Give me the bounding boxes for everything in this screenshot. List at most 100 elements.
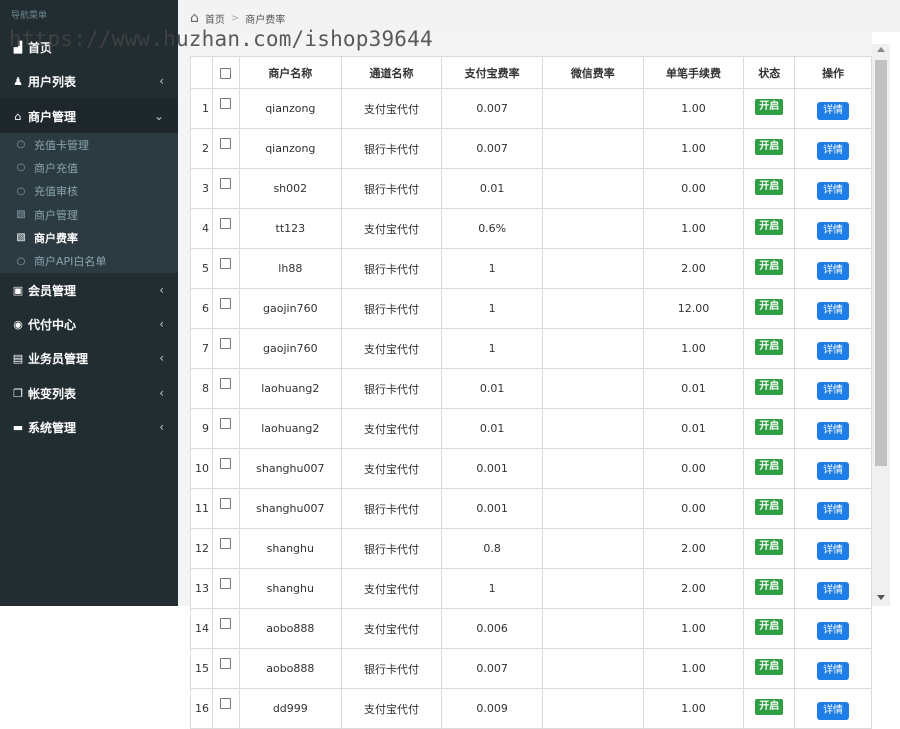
- column-header-actions[interactable]: 操作: [794, 56, 872, 89]
- row-checkbox[interactable]: [220, 297, 232, 309]
- channel-name-cell: 银行卡代付: [340, 248, 443, 289]
- row-index: 3: [190, 168, 213, 209]
- channel-name-cell: 支付宝代付: [340, 568, 443, 609]
- row-checkbox[interactable]: [220, 457, 232, 469]
- home-icon[interactable]: ⌂: [190, 10, 199, 26]
- row-checkbox[interactable]: [220, 537, 232, 549]
- table-row[interactable]: 9 laohuang2 支付宝代付 0.01 0.01 开启 详情: [190, 408, 872, 449]
- column-header-alipay-rate[interactable]: 支付宝费率: [441, 56, 544, 89]
- detail-button[interactable]: 详情: [817, 181, 850, 200]
- sidebar-item-account-changes[interactable]: ❐ 帐变列表 ‹: [0, 376, 178, 410]
- row-checkbox[interactable]: [220, 217, 232, 229]
- detail-button[interactable]: 详情: [817, 381, 850, 400]
- detail-button[interactable]: 详情: [817, 421, 850, 440]
- alipay-rate-cell: 0.01: [441, 168, 544, 209]
- column-header-status[interactable]: 状态: [743, 56, 796, 89]
- row-checkbox[interactable]: [220, 577, 232, 589]
- column-header-per-transaction-fee[interactable]: 单笔手续费: [642, 56, 745, 89]
- detail-button[interactable]: 详情: [817, 501, 850, 520]
- wechat-rate-cell: [542, 368, 644, 409]
- detail-button[interactable]: 详情: [817, 541, 850, 560]
- row-index: 13: [190, 568, 213, 609]
- wechat-rate-cell: [542, 248, 644, 289]
- sidebar-item-merchants[interactable]: ⌂ 商户管理 ⌄: [0, 99, 178, 133]
- row-checkbox[interactable]: [220, 137, 232, 149]
- detail-button[interactable]: 详情: [817, 301, 850, 320]
- breadcrumb-home[interactable]: 首页: [205, 11, 225, 26]
- row-checkbox[interactable]: [220, 97, 232, 109]
- sidebar-item-members[interactable]: ▣ 会员管理 ‹: [0, 273, 178, 307]
- actions-cell: 详情: [794, 688, 872, 729]
- table-row[interactable]: 14 aobo888 支付宝代付 0.006 1.00 开启 详情: [190, 608, 872, 649]
- row-checkbox[interactable]: [220, 177, 232, 189]
- table-row[interactable]: 6 gaojin760 银行卡代付 1 12.00 开启 详情: [190, 288, 872, 329]
- table-row[interactable]: 7 gaojin760 支付宝代付 1 1.00 开启 详情: [190, 328, 872, 369]
- detail-button[interactable]: 详情: [817, 621, 850, 640]
- sidebar-item-salespeople[interactable]: ▤ 业务员管理 ‹: [0, 341, 178, 375]
- row-checkbox[interactable]: [220, 497, 232, 509]
- actions-cell: 详情: [794, 408, 872, 449]
- select-all-checkbox[interactable]: [220, 67, 232, 79]
- row-checkbox[interactable]: [220, 377, 232, 389]
- column-header-merchant-name[interactable]: 商户名称: [238, 56, 342, 89]
- channel-name-cell: 银行卡代付: [340, 168, 443, 209]
- table-row[interactable]: 15 aobo888 银行卡代付 0.007 1.00 开启 详情: [190, 648, 872, 689]
- row-select-cell: [211, 88, 240, 129]
- detail-button[interactable]: 详情: [817, 141, 850, 160]
- table-row[interactable]: 13 shanghu 支付宝代付 1 2.00 开启 详情: [190, 568, 872, 609]
- row-checkbox[interactable]: [220, 697, 232, 709]
- status-badge: 开启: [755, 258, 784, 275]
- detail-button[interactable]: 详情: [817, 701, 850, 720]
- sidebar: 导航菜单 ▟ 首页 ♟ 用户列表 ‹ ⌂ 商户管理 ⌄ ○ 充值卡管理 ○ 商户…: [0, 0, 178, 606]
- detail-button[interactable]: 详情: [817, 341, 850, 360]
- table-row[interactable]: 11 shanghu007 银行卡代付 0.001 0.00 开启 详情: [190, 488, 872, 529]
- row-checkbox[interactable]: [220, 417, 232, 429]
- status-cell: 开启: [743, 528, 796, 569]
- submenu-item-api-whitelist[interactable]: ○ 商户API白名单: [0, 249, 178, 272]
- submenu-item-recharge-cards[interactable]: ○ 充值卡管理: [0, 133, 178, 156]
- merchant-name-cell: laohuang2: [238, 368, 342, 409]
- table-row[interactable]: 8 laohuang2 银行卡代付 0.01 0.01 开启 详情: [190, 368, 872, 409]
- submenu-item-merchant-recharge[interactable]: ○ 商户充值: [0, 156, 178, 179]
- table-row[interactable]: 3 sh002 银行卡代付 0.01 0.00 开启 详情: [190, 168, 872, 209]
- scroll-down-arrow-icon[interactable]: [877, 595, 885, 600]
- detail-button[interactable]: 详情: [817, 101, 850, 120]
- vertical-scrollbar[interactable]: [872, 44, 890, 606]
- table-row[interactable]: 10 shanghu007 支付宝代付 0.001 0.00 开启 详情: [190, 448, 872, 489]
- table-row[interactable]: 2 qianzong 银行卡代付 0.007 1.00 开启 详情: [190, 128, 872, 169]
- scroll-up-arrow-icon[interactable]: [877, 47, 885, 52]
- row-checkbox[interactable]: [220, 617, 232, 629]
- circle-icon: ○: [16, 139, 26, 151]
- bank-icon: ⌂: [14, 109, 22, 123]
- column-header-channel-name[interactable]: 通道名称: [340, 56, 443, 89]
- status-cell: 开启: [743, 128, 796, 169]
- scrollbar-thumb[interactable]: [875, 60, 887, 466]
- detail-button[interactable]: 详情: [817, 581, 850, 600]
- id-card-icon: ▣: [12, 283, 24, 297]
- row-checkbox[interactable]: [220, 257, 232, 269]
- table-row[interactable]: 1 qianzong 支付宝代付 0.007 1.00 开启 详情: [190, 88, 872, 129]
- submenu-item-merchant-management[interactable]: ▧ 商户管理: [0, 203, 178, 226]
- row-checkbox[interactable]: [220, 337, 232, 349]
- table-row[interactable]: 12 shanghu 银行卡代付 0.8 2.00 开启 详情: [190, 528, 872, 569]
- status-badge: 开启: [755, 698, 784, 715]
- submenu-item-label: 充值审核: [34, 185, 78, 199]
- detail-button[interactable]: 详情: [817, 461, 850, 480]
- table-row[interactable]: 4 tt123 支付宝代付 0.6% 1.00 开启 详情: [190, 208, 872, 249]
- submenu-item-merchant-rates[interactable]: ▧ 商户费率: [0, 226, 178, 249]
- sidebar-item-payout-center[interactable]: ◉ 代付中心 ‹: [0, 307, 178, 341]
- sidebar-item-users[interactable]: ♟ 用户列表 ‹: [0, 64, 178, 98]
- globe-icon: ◉: [13, 317, 23, 331]
- table-row[interactable]: 5 lh88 银行卡代付 1 2.00 开启 详情: [190, 248, 872, 289]
- table-row[interactable]: 16 dd999 支付宝代付 0.009 1.00 开启 详情: [190, 688, 872, 729]
- breadcrumb-separator: >: [230, 12, 240, 24]
- submenu-item-recharge-review[interactable]: ○ 充值审核: [0, 180, 178, 203]
- detail-button[interactable]: 详情: [817, 261, 850, 280]
- copy-icon: ❐: [13, 386, 23, 400]
- detail-button[interactable]: 详情: [817, 661, 850, 680]
- status-cell: 开启: [743, 688, 796, 729]
- detail-button[interactable]: 详情: [817, 221, 850, 240]
- sidebar-item-system[interactable]: ▬ 系统管理 ‹: [0, 410, 178, 444]
- row-checkbox[interactable]: [220, 657, 232, 669]
- column-header-wechat-rate[interactable]: 微信费率: [542, 56, 644, 89]
